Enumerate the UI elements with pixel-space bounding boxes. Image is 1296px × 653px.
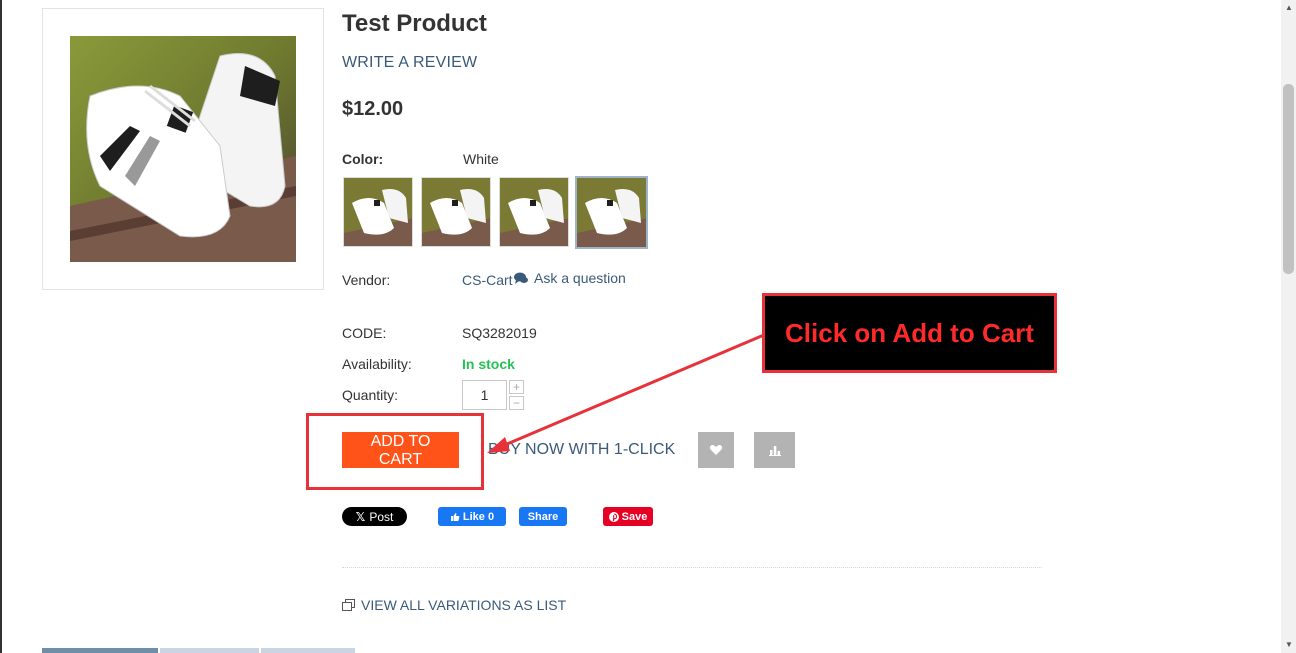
facebook-share-label: Share [527,510,559,523]
instruction-callout: Click on Add to Cart [762,293,1057,373]
facebook-share-button[interactable]: Share [519,507,567,526]
ask-question-label: Ask a question [534,270,626,286]
pinterest-icon [608,511,619,522]
facebook-like-button[interactable]: Like 0 [438,507,506,526]
x-logo-icon: 𝕏 [355,509,366,524]
tab-reviews[interactable] [261,648,355,653]
pinterest-save-button[interactable]: Save [603,507,653,526]
add-to-cart-highlight-box [306,413,484,490]
windows-icon [342,599,355,611]
quantity-increase-button[interactable]: + [509,380,524,394]
product-price: $12.00 [342,98,404,120]
vendor-link[interactable]: CS-Cart [462,272,513,288]
color-swatch-4-selected[interactable] [575,176,648,249]
tab-features[interactable] [160,648,259,653]
section-divider [342,567,1042,568]
x-post-button[interactable]: 𝕏 Post [342,507,407,526]
code-label: CODE: [342,325,387,341]
view-variations-label: VIEW ALL VARIATIONS AS LIST [361,597,567,613]
buy-now-one-click-link[interactable]: BUY NOW WITH 1-CLICK [488,441,675,459]
product-main-image[interactable] [42,8,324,290]
pinterest-save-label: Save [621,510,648,523]
quantity-decrease-button[interactable]: − [509,396,524,410]
scroll-down-arrow-icon[interactable]: ▼ [1285,640,1293,649]
add-to-wishlist-button[interactable] [698,432,734,468]
sneaker-photo [70,36,296,262]
chat-bubble-icon [514,272,528,284]
product-title: Test Product [342,10,487,37]
write-review-link[interactable]: WRITE A REVIEW [342,54,477,72]
color-value: White [463,151,499,167]
scrollbar-thumb[interactable] [1283,84,1294,274]
callout-text: Click on Add to Cart [785,317,1034,348]
quantity-input[interactable] [462,380,507,410]
color-swatch-1[interactable] [343,177,413,247]
facebook-like-label: Like 0 [462,510,495,523]
tab-description[interactable] [42,648,158,653]
color-label: Color: [342,151,384,167]
page-left-border [0,0,2,653]
code-value: SQ3282019 [462,325,537,341]
x-post-label: Post [369,509,394,524]
ask-question-link[interactable]: Ask a question [514,270,626,286]
color-swatch-2[interactable] [421,177,491,247]
scroll-up-arrow-icon[interactable]: ▲ [1285,3,1293,12]
add-to-compare-button[interactable] [754,432,795,468]
thumbs-up-icon [450,512,460,521]
availability-value: In stock [462,356,515,372]
color-swatch-3[interactable] [499,177,569,247]
bar-chart-icon [768,446,781,456]
quantity-label: Quantity: [342,387,399,403]
vendor-label: Vendor: [342,272,391,288]
availability-label: Availability: [342,356,412,372]
view-variations-link[interactable]: VIEW ALL VARIATIONS AS LIST [342,597,566,613]
heart-icon [709,445,723,455]
